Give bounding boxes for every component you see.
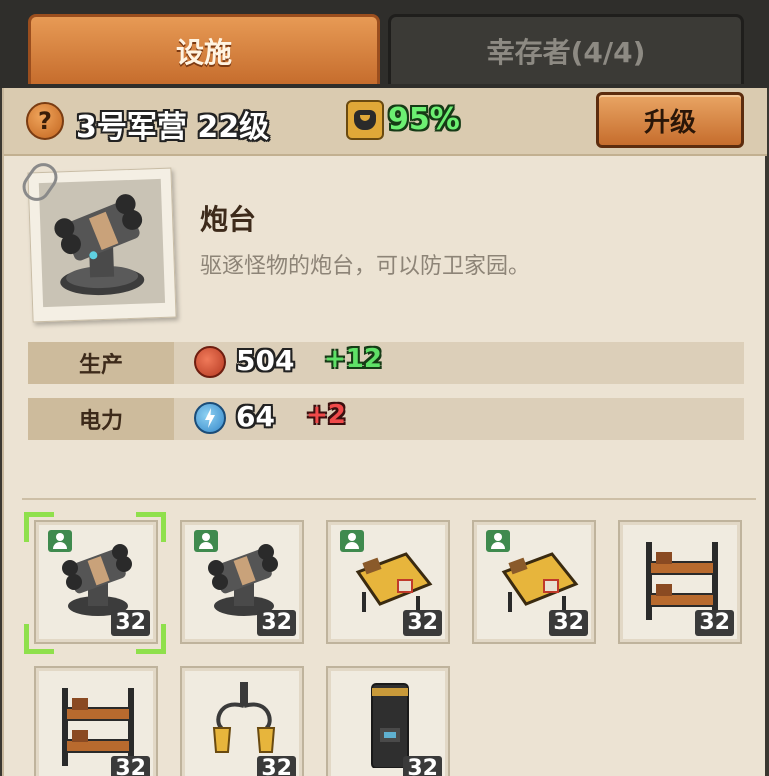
facility-slot[interactable]: 32 (326, 520, 450, 644)
level-badge: 32 (257, 756, 296, 776)
selection-corner-icon (24, 512, 54, 542)
building-description: 驱逐怪物的炮台，可以防卫家园。 (200, 254, 531, 279)
stat-label: 生产 (28, 342, 174, 384)
level-badge: 32 (257, 610, 296, 636)
divider (22, 498, 756, 500)
stat-bonus: +12 (324, 344, 382, 374)
level-badge: 32 (695, 610, 734, 636)
stat-label: 电力 (28, 398, 174, 440)
selection-corner-icon (136, 624, 166, 654)
facility-slot[interactable]: 32 (34, 666, 158, 776)
bunk-bed-icon (62, 688, 134, 766)
bottlecap-icon (194, 346, 226, 378)
facility-slot[interactable]: 32 (180, 520, 304, 644)
stat-row-power: 电力 64 +2 (28, 398, 744, 440)
turret-icon (54, 194, 145, 296)
bunk-bed-icon (646, 542, 718, 620)
facility-panel: ? 3号军营 22级 95% 升级 炮台 驱逐怪物的炮台，可以防卫家园。 生产 (2, 88, 767, 776)
upgrade-button[interactable]: 升级 (596, 92, 744, 148)
building-title: 炮台 (200, 203, 257, 236)
level-badge: 32 (403, 756, 442, 776)
stat-row-production: 生产 504 +12 (28, 342, 744, 384)
turret-image (38, 178, 166, 308)
facility-slot[interactable]: 32 (180, 666, 304, 776)
facility-slot[interactable]: 32 (326, 666, 450, 776)
top-tab-bar: 设施 幸存者(4/4) (0, 0, 769, 88)
lantern-post-icon (212, 682, 276, 753)
turret-icon (62, 544, 132, 616)
cabinet-icon (371, 683, 409, 768)
happiness-mask-icon (346, 100, 384, 140)
tab-facilities[interactable]: 设施 (28, 14, 380, 84)
help-icon[interactable]: ? (26, 102, 64, 140)
level-badge: 32 (549, 610, 588, 636)
facility-slot[interactable]: 32 (472, 520, 596, 644)
facility-slot[interactable]: 32 (618, 520, 742, 644)
sleeping-mat-icon (501, 552, 579, 616)
turret-icon (208, 544, 278, 616)
lightning-icon (194, 402, 226, 434)
selection-corner-icon (136, 512, 166, 542)
stat-bonus: +2 (306, 400, 346, 430)
building-name-level: 3号军营 22级 (76, 110, 270, 145)
selection-corner-icon (24, 624, 54, 654)
stat-value: 64 (236, 400, 275, 433)
level-badge: 32 (403, 610, 442, 636)
level-badge: 32 (111, 756, 150, 776)
building-info-bar: ? 3号军营 22级 95% 升级 (4, 88, 767, 156)
tab-survivors[interactable]: 幸存者(4/4) (388, 14, 744, 84)
happiness-value: 95% (388, 102, 460, 137)
sleeping-mat-icon (355, 552, 433, 616)
stat-value: 504 (236, 344, 295, 377)
